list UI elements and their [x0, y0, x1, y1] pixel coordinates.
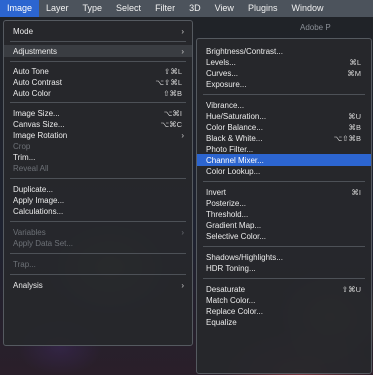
- shortcut-label: ⌘L: [349, 57, 361, 67]
- image-menu: Mode › Adjustments › Auto Tone ⇧⌘L Auto …: [3, 20, 193, 346]
- menu-item-label: Image Size...: [13, 108, 60, 118]
- menu-divider: [10, 61, 186, 62]
- menu-item-apply-data-set: Apply Data Set...: [4, 237, 192, 249]
- menu-item-label: Threshold...: [206, 209, 249, 219]
- menu-divider: [10, 178, 186, 179]
- menu-item-label: Auto Contrast: [13, 77, 62, 87]
- chevron-right-icon: ›: [181, 26, 184, 36]
- menu-item-selective-color[interactable]: Selective Color...: [197, 230, 371, 242]
- shortcut-label: ⇧⌘U: [341, 284, 361, 294]
- menu-layer[interactable]: Layer: [39, 0, 76, 17]
- menu-3d[interactable]: 3D: [182, 0, 208, 17]
- menu-item-label: Reveal All: [13, 163, 49, 173]
- menu-item-label: Mode: [13, 26, 34, 36]
- menu-item-label: Image Rotation: [13, 130, 68, 140]
- menu-item-label: Channel Mixer...: [206, 155, 264, 165]
- menu-item-label: Posterize...: [206, 198, 247, 208]
- menu-view[interactable]: View: [208, 0, 241, 17]
- menu-item-trap: Trap...: [4, 258, 192, 270]
- menu-divider: [203, 278, 365, 279]
- menu-item-adjustments[interactable]: Adjustments ›: [4, 45, 192, 57]
- menu-select[interactable]: Select: [109, 0, 148, 17]
- menu-item-label: Trap...: [13, 259, 36, 269]
- menu-divider: [10, 102, 186, 103]
- menu-item-label: Color Lookup...: [206, 166, 261, 176]
- shortcut-label: ⌘M: [347, 68, 361, 78]
- menu-divider: [10, 274, 186, 275]
- chevron-right-icon: ›: [181, 130, 184, 140]
- menu-item-label: Desaturate: [206, 284, 246, 294]
- chevron-right-icon: ›: [181, 227, 184, 237]
- shortcut-label: ⌥⌘I: [163, 108, 182, 118]
- menu-item-label: Trim...: [13, 152, 36, 162]
- menu-item-label: Adjustments: [13, 46, 58, 56]
- menu-plugins[interactable]: Plugins: [241, 0, 285, 17]
- shortcut-label: ⌥⇧⌘L: [155, 77, 182, 87]
- menu-item-label: Gradient Map...: [206, 220, 262, 230]
- shortcut-label: ⇧⌘L: [164, 66, 182, 76]
- menu-item-label: Curves...: [206, 68, 239, 78]
- menu-item-label: Match Color...: [206, 295, 256, 305]
- menu-item-exposure[interactable]: Exposure...: [197, 78, 371, 90]
- menu-item-calculations[interactable]: Calculations...: [4, 205, 192, 217]
- menu-filter[interactable]: Filter: [148, 0, 182, 17]
- menu-item-label: HDR Toning...: [206, 263, 256, 273]
- menu-divider: [203, 181, 365, 182]
- menu-image[interactable]: Image: [0, 0, 40, 17]
- menu-item-label: Selective Color...: [206, 231, 267, 241]
- menu-item-label: Black & White...: [206, 133, 263, 143]
- menu-item-label: Equalize: [206, 317, 237, 327]
- menu-item-label: Canvas Size...: [13, 119, 65, 129]
- menu-item-reveal-all: Reveal All: [4, 162, 192, 174]
- chevron-right-icon: ›: [181, 46, 184, 56]
- shortcut-label: ⌥⌘C: [160, 119, 182, 129]
- chevron-right-icon: ›: [181, 280, 184, 290]
- shortcut-label: ⌘I: [351, 187, 361, 197]
- menu-item-label: Variables: [13, 227, 46, 237]
- menu-item-label: Shadows/Highlights...: [206, 252, 283, 262]
- shortcut-label: ⌥⇧⌘B: [333, 133, 361, 143]
- menu-divider: [10, 41, 186, 42]
- menu-divider: [10, 221, 186, 222]
- menu-item-label: Auto Tone: [13, 66, 49, 76]
- menu-type[interactable]: Type: [76, 0, 110, 17]
- menu-item-label: Brightness/Contrast...: [206, 46, 283, 56]
- menu-item-equalize[interactable]: Equalize: [197, 316, 371, 328]
- menu-window[interactable]: Window: [284, 0, 330, 17]
- menu-item-mode[interactable]: Mode ›: [4, 25, 192, 37]
- menu-item-label: Analysis: [13, 280, 43, 290]
- menu-bar: Image Layer Type Select Filter 3D View P…: [0, 0, 373, 17]
- menu-divider: [203, 94, 365, 95]
- menu-item-auto-color[interactable]: Auto Color ⇧⌘B: [4, 87, 192, 99]
- menu-item-label: Replace Color...: [206, 306, 263, 316]
- menu-item-label: Exposure...: [206, 79, 247, 89]
- menu-item-label: Color Balance...: [206, 122, 263, 132]
- menu-item-analysis[interactable]: Analysis ›: [4, 279, 192, 291]
- menu-item-label: Calculations...: [13, 206, 64, 216]
- menu-item-label: Invert: [206, 187, 227, 197]
- menu-item-label: Levels...: [206, 57, 236, 67]
- menu-item-label: Photo Filter...: [206, 144, 254, 154]
- shortcut-label: ⌘U: [348, 111, 361, 121]
- menu-divider: [10, 253, 186, 254]
- menu-item-color-lookup[interactable]: Color Lookup...: [197, 165, 371, 177]
- menu-item-label: Vibrance...: [206, 100, 245, 110]
- menu-item-label: Apply Data Set...: [13, 238, 74, 248]
- menu-divider: [203, 246, 365, 247]
- menu-item-hdr-toning[interactable]: HDR Toning...: [197, 262, 371, 274]
- menu-item-label: Crop: [13, 141, 31, 151]
- menu-item-label: Duplicate...: [13, 184, 54, 194]
- adjustments-submenu: Brightness/Contrast... Levels... ⌘L Curv…: [196, 38, 372, 374]
- menu-item-label: Apply Image...: [13, 195, 65, 205]
- shortcut-label: ⌘B: [348, 122, 361, 132]
- app-title-fragment: Adobe P: [300, 23, 331, 32]
- menu-item-label: Auto Color: [13, 88, 51, 98]
- menu-item-label: Hue/Saturation...: [206, 111, 267, 121]
- shortcut-label: ⇧⌘B: [163, 88, 182, 98]
